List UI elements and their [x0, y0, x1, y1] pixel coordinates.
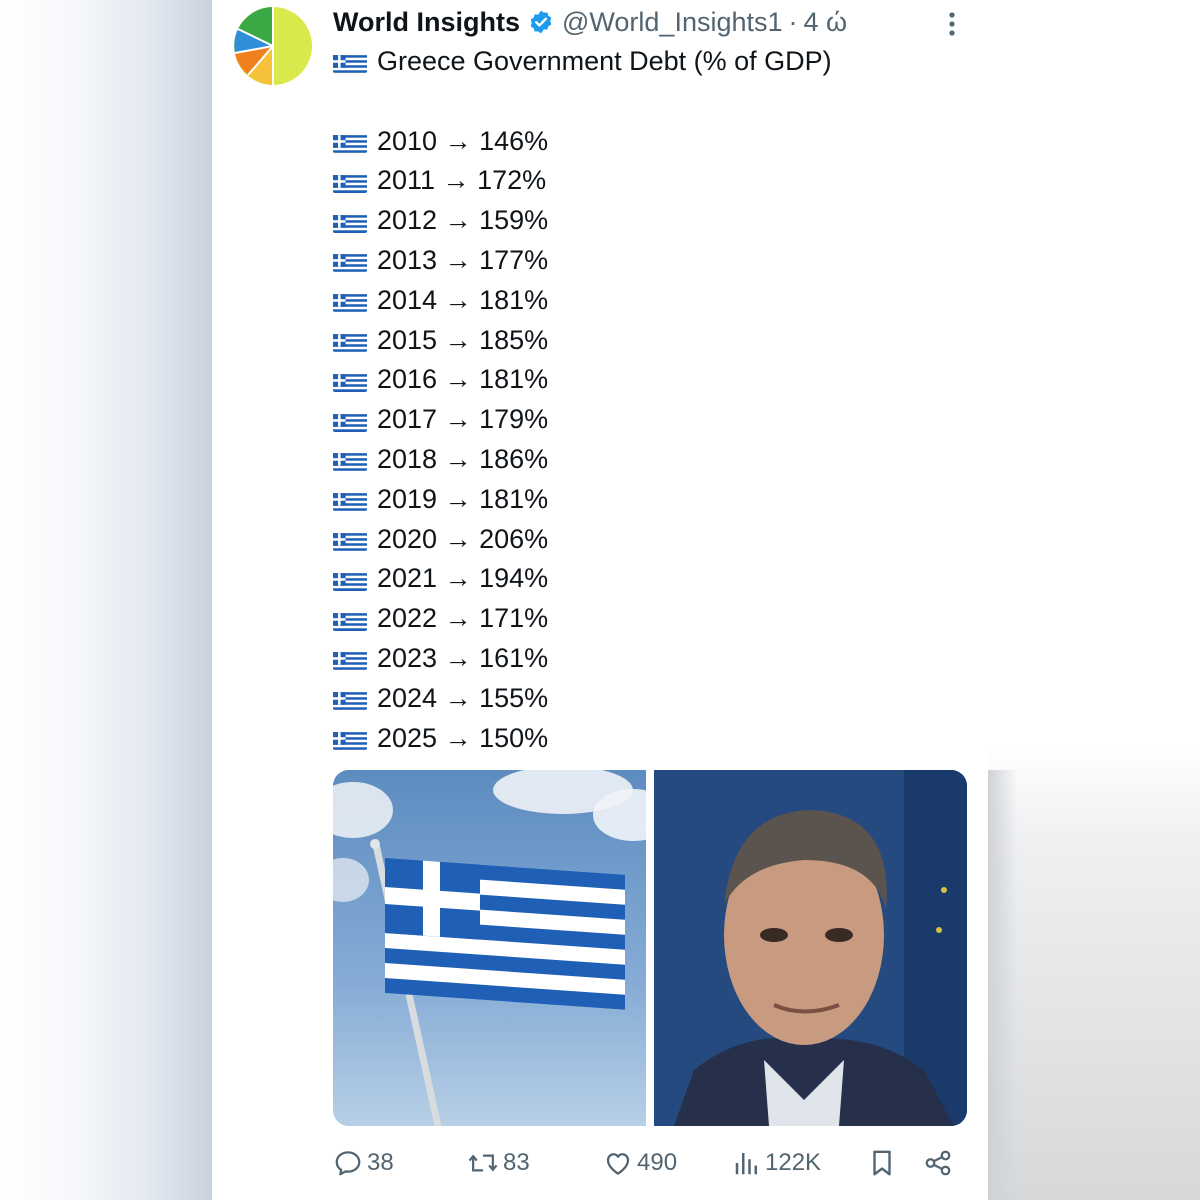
- debt-entry-text: 2018 → 186%: [377, 443, 549, 474]
- debt-entry: 2013 → 177%: [333, 241, 953, 281]
- timestamp[interactable]: 4 ώ: [804, 7, 848, 38]
- greek-flag-icon: [333, 488, 367, 512]
- more-options-icon[interactable]: [942, 10, 962, 38]
- debt-entry-text: 2023 → 161%: [377, 642, 549, 673]
- bookmark-icon: [873, 1150, 891, 1176]
- greek-flag-icon: [333, 608, 367, 631]
- views-icon: [735, 1153, 757, 1175]
- debt-entry: 2023 → 161%: [333, 639, 953, 679]
- debt-entry: 2016 → 181%: [333, 360, 953, 400]
- debt-entry: 2025 → 150%: [333, 719, 953, 759]
- bookmark-button[interactable]: [869, 1140, 899, 1186]
- debt-entry: 2015 → 185%: [333, 321, 953, 361]
- debt-entry-text: 2012 → 159%: [377, 205, 549, 236]
- debt-entry: 2019 → 181%: [333, 480, 953, 520]
- greek-flag-icon: [333, 329, 367, 352]
- greek-flag-icon: [333, 647, 367, 671]
- debt-entry: 2017 → 179%: [333, 400, 953, 440]
- blurred-background-left: [0, 0, 212, 1200]
- debt-entry-text: 2020 → 206%: [377, 523, 549, 554]
- debt-entry-text: 2014 → 181%: [377, 284, 549, 315]
- greek-flag-icon: [333, 727, 367, 750]
- heart-icon: [606, 1153, 630, 1175]
- debt-entry-text: 2022 → 171%: [377, 603, 549, 634]
- repost-count: 83: [503, 1149, 530, 1176]
- repost-button[interactable]: 83: [467, 1140, 530, 1186]
- debt-entry-text: 2021 → 194%: [377, 563, 549, 594]
- like-count: 490: [637, 1149, 678, 1176]
- debt-entry-text: 2013 → 177%: [377, 244, 549, 275]
- debt-entry-text: 2017 → 179%: [377, 404, 549, 435]
- repost-icon: [468, 1154, 498, 1172]
- action-bar: 38 83 490 122K: [333, 1140, 973, 1186]
- debt-entry: 2018 → 186%: [333, 440, 953, 480]
- greek-flag-icon: [333, 249, 367, 273]
- greek-flag-photo: [333, 770, 646, 1126]
- debt-entry: 2021 → 194%: [333, 559, 953, 599]
- greek-flag-icon: [333, 170, 367, 193]
- verified-badge-icon: [530, 10, 552, 34]
- debt-entry-text: 2011 → 172%: [377, 165, 547, 196]
- header-separator: ·: [788, 6, 798, 37]
- views-button[interactable]: 122K: [733, 1140, 821, 1186]
- avatar[interactable]: [234, 7, 312, 85]
- reply-button[interactable]: 38: [333, 1140, 394, 1186]
- debt-entry-text: 2016 → 181%: [377, 364, 549, 395]
- debt-entry-text: 2024 → 155%: [377, 682, 549, 713]
- debt-entry: 2020 → 206%: [333, 520, 953, 560]
- debt-entry: 2011 → 172%: [333, 161, 953, 201]
- debt-entries-list: 2010 → 146% 2011 → 172% 2012 → 159% 2013…: [333, 122, 953, 759]
- share-icon: [925, 1150, 951, 1176]
- greek-flag-icon: [333, 528, 367, 551]
- tweet-text: Greece Government Debt (% of GDP) 2010 →…: [333, 42, 953, 758]
- tweet-title-line: Greece Government Debt (% of GDP): [333, 42, 953, 82]
- greek-flag-icon: [333, 409, 367, 432]
- blurred-background-right: [988, 0, 1200, 1200]
- debt-entry: 2014 → 181%: [333, 281, 953, 321]
- photo-greek-flag[interactable]: [333, 770, 646, 1126]
- author-handle[interactable]: @World_Insights1: [562, 7, 783, 38]
- view-count: 122K: [765, 1149, 822, 1176]
- greek-flag-icon: [333, 448, 367, 472]
- debt-entry-text: 2025 → 150%: [377, 722, 549, 753]
- debt-entry-text: 2010 → 146%: [377, 125, 549, 156]
- like-button[interactable]: 490: [603, 1140, 677, 1186]
- greek-flag-icon: [333, 130, 367, 153]
- debt-entry-text: 2015 → 185%: [377, 324, 549, 355]
- pie-chart-logo: [234, 7, 312, 85]
- greek-flag-icon: [333, 568, 367, 591]
- reply-count: 38: [367, 1149, 394, 1176]
- debt-entry: 2024 → 155%: [333, 679, 953, 719]
- greek-flag-icon: [333, 289, 367, 313]
- share-button[interactable]: [923, 1140, 957, 1186]
- tweet[interactable]: World Insights @World_Insights1 · 4 ώ Gr…: [212, 0, 988, 1200]
- portrait-photo: [654, 770, 967, 1126]
- greek-flag-icon: [333, 50, 367, 74]
- greek-flag-icon: [333, 210, 367, 233]
- debt-entry: 2022 → 171%: [333, 599, 953, 639]
- greek-flag-icon: [333, 687, 367, 711]
- debt-entry: 2010 → 146%: [333, 122, 953, 162]
- debt-entry-text: 2019 → 181%: [377, 483, 549, 514]
- media-grid[interactable]: [333, 770, 967, 1126]
- photo-portrait[interactable]: [654, 770, 967, 1126]
- tweet-title: Greece Government Debt (% of GDP): [377, 46, 832, 76]
- author-name[interactable]: World Insights: [333, 7, 520, 38]
- debt-entry: 2012 → 159%: [333, 201, 953, 241]
- greek-flag-icon: [333, 369, 367, 392]
- tweet-header: World Insights @World_Insights1 · 4 ώ: [333, 2, 847, 42]
- reply-icon: [335, 1151, 361, 1176]
